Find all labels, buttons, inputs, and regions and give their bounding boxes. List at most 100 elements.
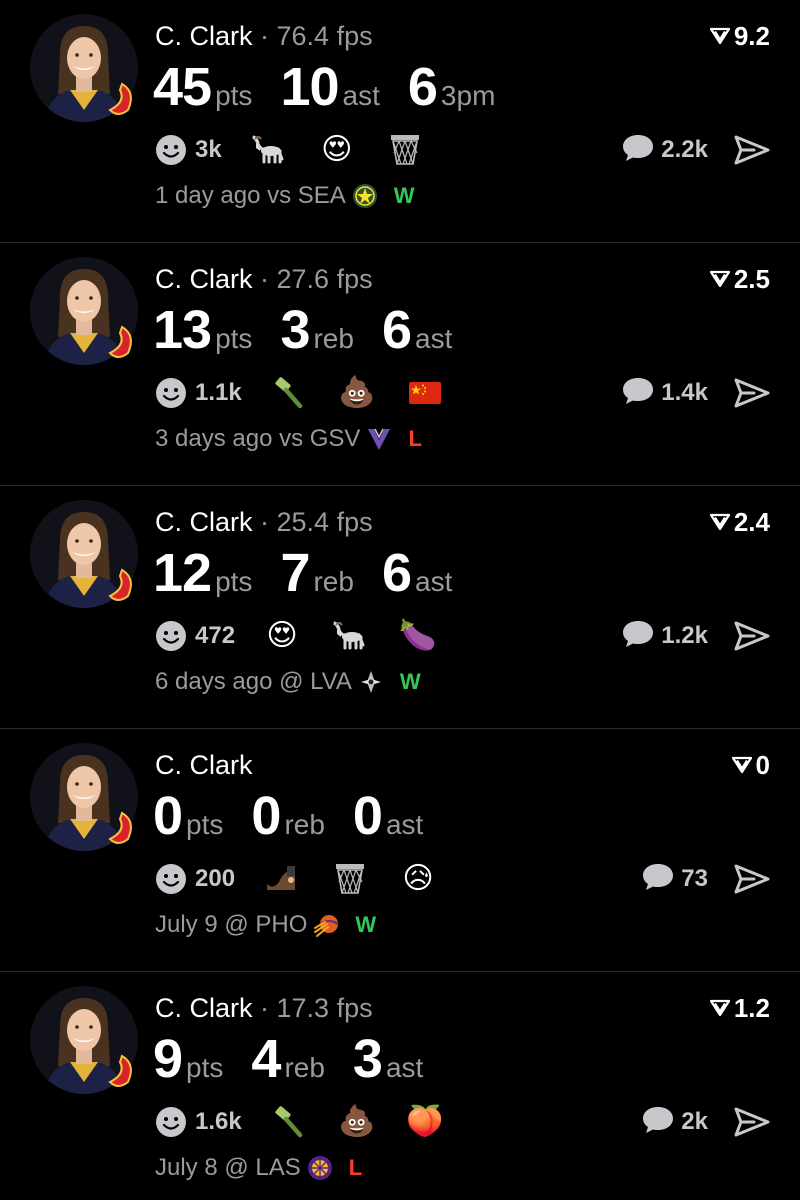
stat-unit: pts bbox=[215, 566, 253, 597]
smiley-react-icon[interactable] bbox=[155, 863, 187, 895]
stat-item: 12 pts bbox=[153, 544, 252, 602]
comment-count: 1.2k bbox=[661, 622, 708, 649]
stat-number: 45 bbox=[153, 57, 212, 117]
smiley-react-icon[interactable] bbox=[155, 377, 187, 409]
stat-unit: reb bbox=[313, 566, 354, 597]
reaction-count: 1.6k bbox=[195, 1108, 242, 1135]
stat-number: 6 bbox=[381, 300, 412, 360]
emoji-icon[interactable]: 🍑 bbox=[406, 1105, 443, 1139]
stat-number: 3 bbox=[280, 300, 310, 360]
post-header: C. Clark bbox=[155, 749, 253, 781]
game-date-opponent: 3 days ago vs GSV bbox=[155, 425, 361, 452]
emoji-icon[interactable]: 💩 bbox=[338, 1105, 375, 1139]
player-avatar[interactable] bbox=[30, 500, 138, 608]
stat-item: 6 ast bbox=[382, 544, 452, 602]
player-avatar[interactable] bbox=[30, 986, 138, 1094]
score[interactable]: 2.5 bbox=[709, 263, 770, 295]
stat-item: 3 reb bbox=[280, 301, 354, 359]
score[interactable]: 1.2 bbox=[709, 992, 770, 1024]
game-date-opponent: July 9 @ PHO bbox=[155, 911, 308, 938]
comments-button[interactable]: 2.2k bbox=[621, 132, 708, 168]
game-date-opponent: 6 days ago @ LVA bbox=[155, 668, 352, 695]
game-date-opponent: 1 day ago vs SEA bbox=[155, 182, 346, 209]
post-card[interactable]: C. Clark 0 0 pts 0 reb 0 ast 200 😥 73 July … bbox=[0, 729, 800, 972]
player-name[interactable]: C. Clark bbox=[155, 507, 253, 537]
comment-bubble-icon bbox=[641, 1105, 675, 1140]
stat-number: 6 bbox=[381, 543, 412, 603]
comment-count: 73 bbox=[681, 865, 708, 892]
post-header: C. Clark · 27.6 fps bbox=[155, 263, 373, 295]
score[interactable]: 0 bbox=[731, 749, 770, 781]
stat-line: 45 pts 10 ast 6 3pm bbox=[153, 58, 523, 116]
stat-number: 3 bbox=[352, 1029, 383, 1089]
stat-item: 4 reb bbox=[251, 1030, 325, 1088]
stat-unit: reb bbox=[284, 1052, 325, 1083]
las-vegas-aces-logo bbox=[358, 669, 384, 695]
reactions: 3k 😍 bbox=[155, 132, 456, 168]
game-info: 3 days ago vs GSV L bbox=[155, 425, 422, 453]
comments-button[interactable]: 1.4k bbox=[621, 375, 708, 411]
comments-button[interactable]: 2k bbox=[641, 1104, 708, 1140]
reaction-count: 472 bbox=[195, 622, 236, 649]
player-avatar[interactable] bbox=[30, 257, 138, 365]
china-flag-icon[interactable] bbox=[408, 376, 442, 410]
stat-item: 0 pts bbox=[153, 787, 223, 845]
stat-item: 9 pts bbox=[153, 1030, 223, 1088]
score[interactable]: 2.4 bbox=[709, 506, 770, 538]
comments-button[interactable]: 73 bbox=[641, 861, 708, 897]
emoji-icon[interactable]: 🍆 bbox=[399, 619, 436, 653]
comment-bubble-icon bbox=[621, 133, 655, 168]
reactions: 1.6k 💩 🍑 bbox=[155, 1104, 476, 1140]
share-icon[interactable] bbox=[734, 863, 770, 895]
fps-value: · 27.6 fps bbox=[260, 264, 373, 294]
post-card[interactable]: C. Clark · 17.3 fps 1.2 9 pts 4 reb 3 ast 1… bbox=[0, 972, 800, 1200]
smiley-react-icon[interactable] bbox=[155, 134, 187, 166]
stat-unit: pts bbox=[186, 1052, 224, 1083]
hammer-icon[interactable] bbox=[272, 376, 306, 410]
stat-unit: ast bbox=[342, 80, 380, 111]
emoji-icon[interactable]: 💩 bbox=[338, 376, 375, 410]
comment-bubble-icon bbox=[621, 619, 655, 654]
player-avatar[interactable] bbox=[30, 14, 138, 122]
game-result: L bbox=[348, 1155, 363, 1180]
share-icon[interactable] bbox=[734, 620, 770, 652]
stat-unit: pts bbox=[186, 809, 224, 840]
player-name[interactable]: C. Clark bbox=[155, 21, 253, 51]
post-card[interactable]: C. Clark · 76.4 fps 9.2 45 pts 10 ast 6 3pm… bbox=[0, 0, 800, 243]
hammer-icon[interactable] bbox=[272, 1105, 306, 1139]
smiley-react-icon[interactable] bbox=[155, 620, 187, 652]
reactions: 1.1k 💩 bbox=[155, 375, 476, 411]
goat-icon[interactable] bbox=[251, 133, 286, 167]
comment-count: 2k bbox=[681, 1108, 708, 1135]
stat-line: 12 pts 7 reb 6 ast bbox=[153, 544, 480, 602]
golden-state-valkyries-logo bbox=[366, 426, 392, 452]
stat-number: 9 bbox=[153, 1029, 183, 1089]
comments-button[interactable]: 1.2k bbox=[621, 618, 708, 654]
emoji-icon[interactable]: 😍 bbox=[320, 133, 354, 167]
post-header: C. Clark · 25.4 fps bbox=[155, 506, 373, 538]
game-date-opponent: July 8 @ LAS bbox=[155, 1154, 301, 1181]
bench-icon[interactable] bbox=[265, 862, 299, 896]
feed: C. Clark · 76.4 fps 9.2 45 pts 10 ast 6 3pm… bbox=[0, 0, 800, 1200]
share-icon[interactable] bbox=[734, 134, 770, 166]
goat-icon[interactable] bbox=[333, 619, 367, 653]
player-name[interactable]: C. Clark bbox=[155, 993, 253, 1023]
player-name[interactable]: C. Clark bbox=[155, 750, 253, 780]
basketball-hoop-icon[interactable] bbox=[388, 133, 422, 167]
stat-unit: 3pm bbox=[440, 80, 496, 111]
share-icon[interactable] bbox=[734, 377, 770, 409]
stat-unit: pts bbox=[215, 80, 253, 111]
post-header: C. Clark · 76.4 fps bbox=[155, 20, 373, 52]
stat-line: 9 pts 4 reb 3 ast bbox=[153, 1030, 451, 1088]
post-card[interactable]: C. Clark · 25.4 fps 2.4 12 pts 7 reb 6 ast … bbox=[0, 486, 800, 729]
share-icon[interactable] bbox=[734, 1106, 770, 1138]
basketball-hoop-icon[interactable] bbox=[333, 862, 367, 896]
post-card[interactable]: C. Clark · 27.6 fps 2.5 13 pts 3 reb 6 ast … bbox=[0, 243, 800, 486]
score[interactable]: 9.2 bbox=[709, 20, 770, 52]
emoji-icon[interactable]: 😍 bbox=[265, 619, 299, 653]
player-name[interactable]: C. Clark bbox=[155, 264, 253, 294]
player-avatar[interactable] bbox=[30, 743, 138, 851]
score-icon bbox=[709, 27, 730, 45]
smiley-react-icon[interactable] bbox=[155, 1106, 187, 1138]
emoji-icon[interactable]: 😥 bbox=[401, 862, 435, 896]
